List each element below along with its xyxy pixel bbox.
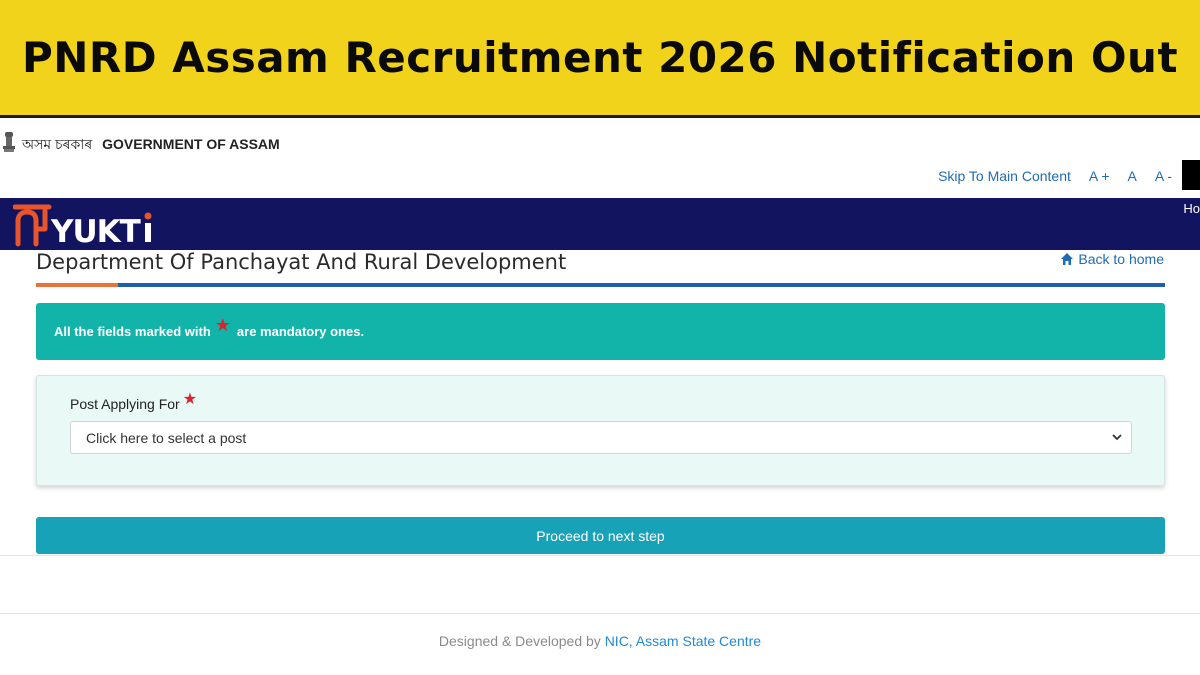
- footer-divider: [0, 613, 1200, 614]
- post-select-value: Click here to select a post: [86, 429, 247, 446]
- footer-credit-prefix: Designed & Developed by: [438, 633, 605, 649]
- nic-link[interactable]: NIC, Assam State Centre: [605, 633, 761, 649]
- nav-home-item[interactable]: Ho: [1183, 201, 1200, 216]
- required-star-icon: ★: [182, 391, 198, 408]
- back-to-home-link[interactable]: Back to home: [1060, 251, 1164, 267]
- skip-to-main-link[interactable]: Skip To Main Content: [938, 168, 1071, 184]
- niyukti-logo[interactable]: YUKT: [13, 201, 163, 247]
- headline-banner: PNRD Assam Recruitment 2026 Notification…: [0, 0, 1200, 118]
- page-title: Department Of Panchayat And Rural Develo…: [36, 250, 567, 274]
- home-icon: [1061, 253, 1074, 265]
- post-applying-label: Post Applying For ★: [70, 391, 198, 414]
- post-applying-label-text: Post Applying For: [70, 396, 180, 412]
- government-label: অসম চৰকাৰ GOVERNMENT OF ASSAM: [22, 133, 280, 157]
- main-navbar: [0, 198, 1200, 250]
- chevron-down-icon: [1112, 434, 1122, 441]
- font-increase-button[interactable]: A +: [1089, 168, 1110, 184]
- font-decrease-button[interactable]: A -: [1155, 168, 1172, 184]
- back-to-home-label: Back to home: [1078, 251, 1164, 267]
- alert-text-prefix: All the fields marked with: [54, 324, 211, 339]
- accessibility-toolbar: Skip To Main Content A + A A -: [938, 168, 1172, 184]
- alert-text-suffix: are mandatory ones.: [236, 324, 365, 339]
- proceed-next-button[interactable]: Proceed to next step: [36, 517, 1165, 554]
- svg-text:YUKT: YUKT: [50, 214, 141, 247]
- content-divider: [0, 555, 1200, 556]
- contrast-toggle-button[interactable]: [1182, 160, 1200, 190]
- font-normal-button[interactable]: A: [1128, 168, 1137, 184]
- state-emblem-icon: [3, 132, 15, 152]
- title-underline-accent: [36, 283, 118, 287]
- title-underline: [36, 283, 1165, 287]
- government-label-english: GOVERNMENT OF ASSAM: [102, 136, 280, 152]
- footer-credit: Designed & Developed by NIC, Assam State…: [0, 633, 1200, 649]
- headline-title: PNRD Assam Recruitment 2026 Notification…: [21, 33, 1179, 82]
- required-star-icon: ★: [214, 315, 231, 335]
- government-label-assamese: অসম চৰকাৰ: [22, 136, 93, 152]
- mandatory-fields-alert: All the fields marked with ★ are mandato…: [36, 303, 1165, 360]
- post-selection-card: Post Applying For ★ Click here to select …: [36, 375, 1165, 486]
- post-select-dropdown[interactable]: Click here to select a post: [70, 421, 1132, 454]
